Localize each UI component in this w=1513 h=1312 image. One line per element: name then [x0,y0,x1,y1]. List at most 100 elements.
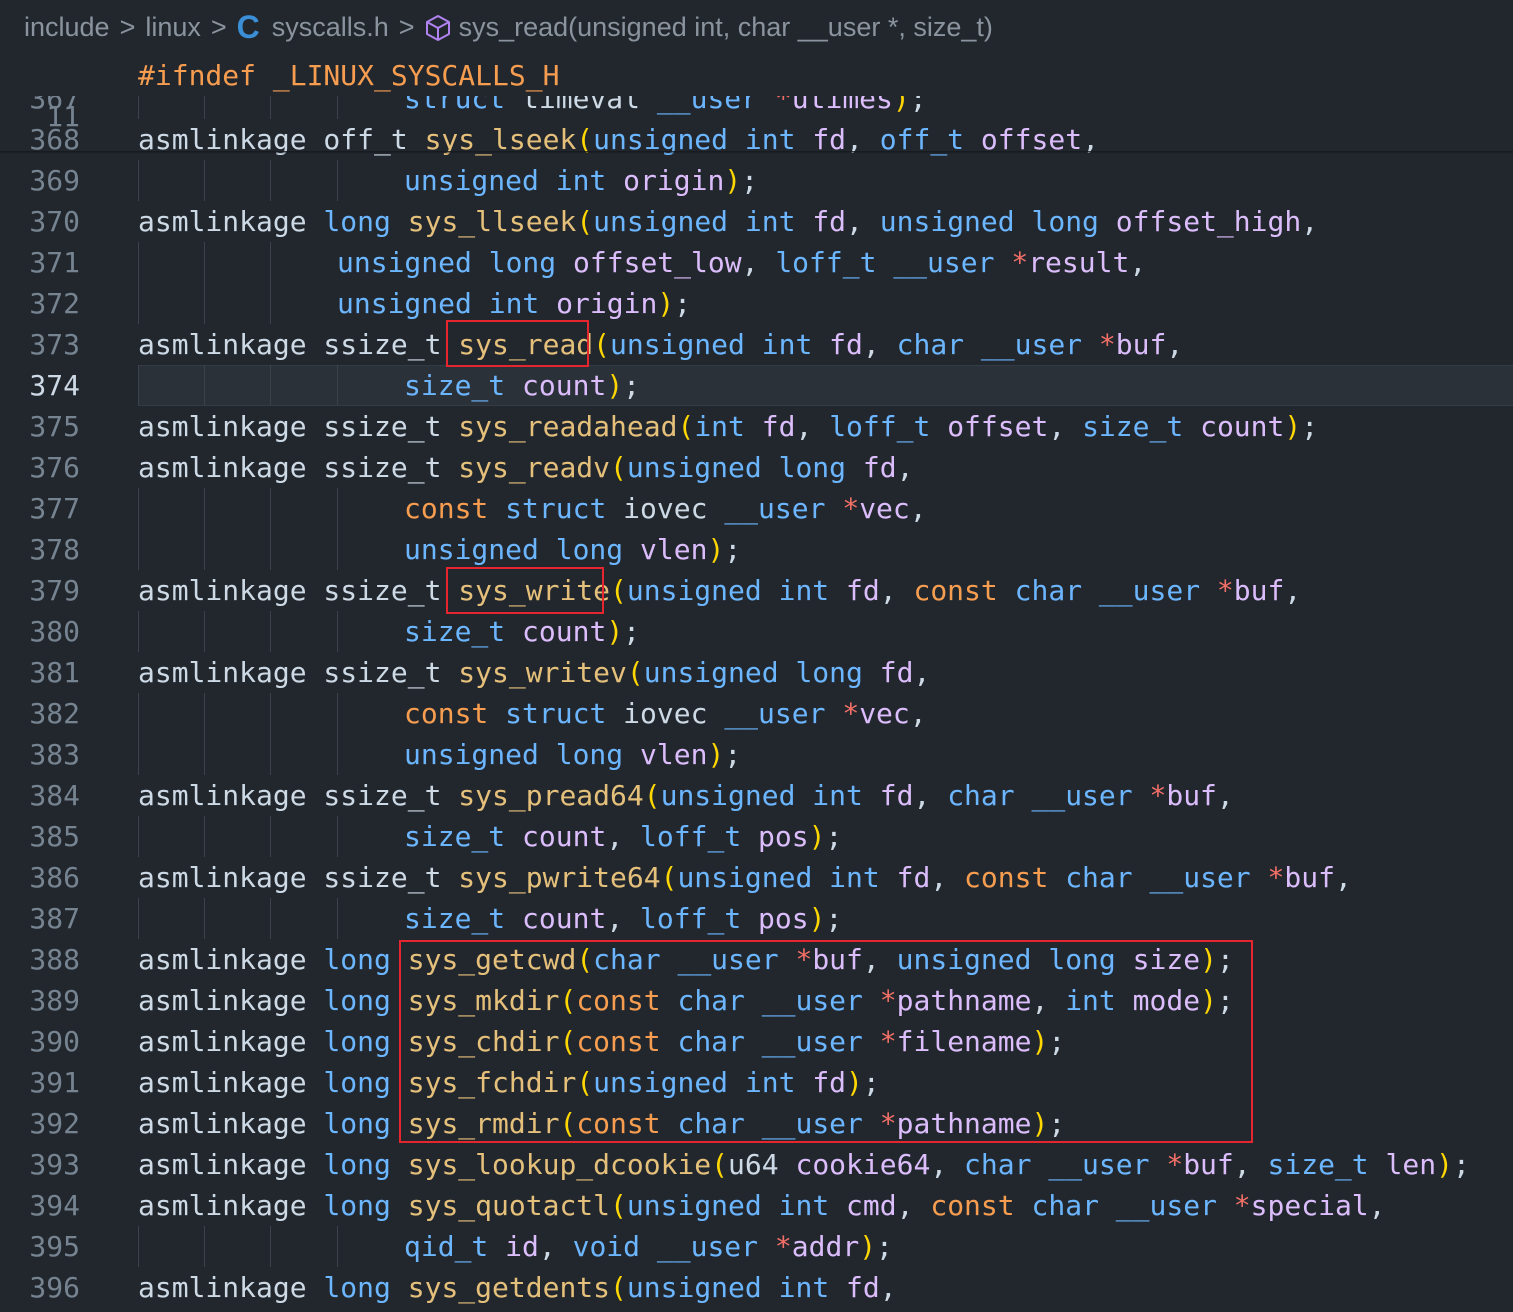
code-token: unsigned long [626,451,863,484]
code-token: asmlinkage [138,1025,324,1058]
breadcrumb-symbol[interactable]: sys_read(unsigned int, char __user *, si… [459,12,993,43]
line-number: 388 [29,943,80,976]
code-line[interactable]: 385 size_t count, loff_t pos); [0,816,1513,857]
line-number: 395 [29,1230,80,1263]
code-line[interactable]: 387 size_t count, loff_t pos); [0,898,1513,939]
code-line[interactable]: 374 size_t count); [0,365,1513,406]
code-token: sys_llseek [407,205,577,238]
indent-guide [204,242,205,283]
current-line-highlight [138,365,1513,406]
code-line[interactable]: 382 const struct iovec __user *vec, [0,693,1513,734]
code-token: ( [576,943,594,976]
code-token: fd [812,1066,847,1099]
code-line[interactable]: 386 asmlinkage ssize_t sys_pwrite64(unsig… [0,857,1513,898]
code-token: cmd [846,1189,897,1222]
indent-guide [337,365,338,406]
code-text: size_t count); [404,611,640,652]
code-line[interactable]: 392 asmlinkage long sys_rmdir(const char … [0,1103,1513,1144]
code-line[interactable]: 380 size_t count); [0,611,1513,652]
code-text: asmlinkage ssize_t sys_read(unsigned int… [138,324,1183,365]
code-token: asmlinkage ssize_t [138,328,459,361]
code-token: * [795,943,813,976]
code-line[interactable]: 389 asmlinkage long sys_mkdir(const char … [0,980,1513,1021]
code-token: , [1216,779,1234,812]
code-token: ; [1216,943,1234,976]
line-number: 391 [29,1066,80,1099]
code-editor[interactable]: 11 #ifndef _LINUX_SYSCALLS_H 367struct t… [0,55,1513,1312]
code-token: addr [791,1230,860,1263]
code-token: asmlinkage [138,943,324,976]
code-token: unsigned int [610,328,830,361]
code-line[interactable]: 371 unsigned long offset_low, loff_t __us… [0,242,1513,283]
code-token: ) [606,369,624,402]
code-text: qid_t id, void __user *addr); [404,1226,893,1267]
code-line[interactable]: 384 asmlinkage ssize_t sys_pread64(unsign… [0,775,1513,816]
code-line[interactable]: 391 asmlinkage long sys_fchdir(unsigned i… [0,1062,1513,1103]
code-token: vlen [640,738,708,771]
code-token: sys_getdents [407,1271,611,1304]
code-token: sys_chdir [407,1025,560,1058]
code-line[interactable]: 390 asmlinkage long sys_chdir(const char … [0,1021,1513,1062]
code-line[interactable]: 388 asmlinkage long sys_getcwd(char __use… [0,939,1513,980]
code-token: char __user [593,943,796,976]
line-number: 392 [29,1107,80,1140]
line-number: 372 [29,287,80,320]
code-line[interactable]: 394 asmlinkage long sys_quotactl(unsigned… [0,1185,1513,1226]
code-line[interactable]: 378 unsigned long vlen); [0,529,1513,570]
code-line[interactable]: 375 asmlinkage ssize_t sys_readahead(int … [0,406,1513,447]
code-line[interactable]: 393 asmlinkage long sys_lookup_dcookie(u6… [0,1144,1513,1185]
code-token: loff_t __user [775,246,1012,279]
code-line[interactable]: 377 const struct iovec __user *vec, [0,488,1513,529]
code-text: asmlinkage long sys_rmdir(const char __u… [138,1103,1065,1144]
indent-guide [138,529,139,570]
code-line[interactable]: 376 asmlinkage ssize_t sys_readv(unsigned… [0,447,1513,488]
code-token: asmlinkage [138,1148,324,1181]
breadcrumb-include[interactable]: include [24,12,110,43]
code-token: origin [623,164,725,197]
code-token: ; [741,164,759,197]
code-line[interactable]: 373 asmlinkage ssize_t sys_read(unsigned … [0,324,1513,365]
code-token: buf [1115,328,1167,361]
code-token: long [323,943,408,976]
code-token: fd [879,779,914,812]
code-token: sys_readv [458,451,611,484]
code-token: , [1031,984,1066,1017]
code-token: * [1149,779,1167,812]
indent-guide [270,242,271,283]
code-line[interactable]: 396 asmlinkage long sys_getdents(unsigned… [0,1267,1513,1308]
code-line[interactable]: 395 qid_t id, void __user *addr); [0,1226,1513,1267]
code-token: unsigned int [593,1066,813,1099]
line-number: 380 [29,615,80,648]
code-token: ; [862,1066,880,1099]
indent-guide [337,160,338,201]
line-number: 393 [29,1148,80,1181]
code-line[interactable]: 370 asmlinkage long sys_llseek(unsigned i… [0,201,1513,242]
breadcrumb-file[interactable]: syscalls.h [272,12,389,43]
sticky-scroll-shadow [0,151,1513,154]
code-line[interactable]: 379 asmlinkage ssize_t sys_write(unsigned… [0,570,1513,611]
code-token: , [913,779,948,812]
line-number: 389 [29,984,80,1017]
code-line[interactable]: 381 asmlinkage ssize_t sys_writev(unsigne… [0,652,1513,693]
code-token: , [896,451,914,484]
code-token: unsigned long [404,533,641,566]
breadcrumb: include > linux > C syscalls.h > sys_rea… [0,0,1513,55]
code-line[interactable]: 372 unsigned int origin); [0,283,1513,324]
code-token: vlen [640,533,708,566]
code-token: ; [1216,984,1234,1017]
indent-guide [337,1226,338,1267]
code-token: ; [674,287,692,320]
code-token: * [1166,1148,1184,1181]
sticky-scroll-line[interactable]: 11 #ifndef _LINUX_SYSCALLS_H [0,55,1513,133]
code-token: , [862,943,897,976]
code-token: * [1233,1189,1251,1222]
code-token: char __user [677,1107,880,1140]
code-token: const [404,492,506,525]
code-token: ; [825,902,843,935]
code-line[interactable]: 383 unsigned long vlen); [0,734,1513,775]
breadcrumb-linux[interactable]: linux [145,12,201,43]
line-number: 373 [29,328,80,361]
code-token: , [846,205,880,238]
indent-guide [270,365,271,406]
code-line[interactable]: 369 unsigned int origin); [0,160,1513,201]
